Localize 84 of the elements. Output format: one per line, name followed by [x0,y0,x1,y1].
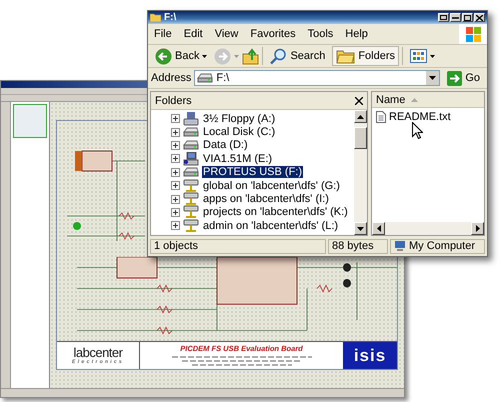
expand-icon[interactable] [171,128,180,137]
sort-arrow-icon [411,98,418,102]
menu-item[interactable]: Tools [302,28,340,40]
expand-icon[interactable] [171,181,180,190]
caret-icon[interactable] [202,54,208,58]
menu-item[interactable]: View [208,28,244,40]
folder-tree-item[interactable]: projects on 'labcenter\dfs' (K:) [202,206,349,218]
go-button[interactable]: Go [443,70,484,86]
network-drive-icon [183,178,199,193]
address-field[interactable]: F:\ [194,70,440,86]
search-button[interactable]: Search [266,46,330,66]
expand-icon[interactable] [171,208,180,217]
mouse-pointer-icon [412,122,423,139]
expand-icon[interactable] [171,154,180,164]
maximize-icon [464,14,471,20]
search-icon [270,48,288,64]
folder-icon [336,48,356,64]
scroll-right-button[interactable] [471,222,484,235]
pane-title: Folders [155,94,192,106]
close-pane-button[interactable] [355,96,363,104]
status-location: My Computer [409,240,476,252]
window-icon [440,15,447,20]
folder-tree-item[interactable]: Data (D:) [202,139,249,152]
drive-icon [197,71,214,85]
minimize-icon [452,16,459,18]
windows-flag-icon [466,26,480,42]
network-drive-icon [183,192,199,206]
folder-tree-item[interactable]: global on 'labcenter\dfs' (G:) [202,180,341,192]
scroll-left-button[interactable] [372,222,385,235]
menu-item[interactable]: Edit [178,28,209,40]
expand-icon[interactable] [171,168,180,177]
restore-button[interactable] [438,13,449,22]
folder-tree-item[interactable]: 3½ Floppy (A:) [202,112,276,125]
close-button[interactable] [474,13,485,22]
expand-icon[interactable] [171,221,180,230]
folder-tree-item[interactable]: VIA1.51M (E:) [202,152,274,165]
folder-tree-item[interactable]: apps on 'labcenter\dfs' (I:) [202,193,330,206]
status-size: 88 bytes [328,238,388,254]
overview-thumbnail [13,104,47,138]
status-object-count: 1 objects [150,238,326,254]
back-button[interactable]: Back [151,46,212,66]
drive-icon [183,125,199,140]
close-icon [476,14,483,20]
drive-icon [183,138,199,152]
folders-button[interactable]: Folders [332,46,400,66]
expand-icon[interactable] [171,114,180,124]
down-arrow-icon [357,226,364,230]
up-folder-icon[interactable] [242,48,260,64]
folder-icon [150,13,161,22]
folder-tree-item[interactable]: admin on 'labcenter\dfs' (L:) [202,220,340,232]
company-logo-text: labcenter [74,346,122,359]
menu-item[interactable]: Favorites [244,28,302,40]
floppy-drive-icon [183,112,199,126]
folder-tree-item[interactable]: Local Disk (C:) [202,126,276,138]
expand-icon[interactable] [171,194,180,204]
drive-icon [183,165,199,180]
scroll-down-button[interactable] [354,222,367,235]
text-file-icon [376,111,386,123]
scrollbar-thumb[interactable] [354,126,367,148]
close-icon [355,96,363,104]
dropdown-button[interactable] [426,71,440,85]
folder-tree-item[interactable]: PROTEUS USB (F:) [202,166,304,178]
scroll-up-button[interactable] [354,110,367,123]
network-drive-icon [183,205,199,220]
column-header[interactable]: Name [376,94,406,106]
up-arrow-icon [357,114,364,118]
maximize-button[interactable] [462,13,473,22]
network-drive-icon [183,218,199,233]
expand-icon[interactable] [171,140,180,150]
go-arrow-icon [447,70,462,86]
caret-icon [429,76,436,80]
computer-icon [394,240,406,252]
file-name[interactable]: README.txt [389,111,451,123]
isis-logo: isis [343,342,397,369]
computer-drive-icon [183,152,199,166]
address-label: Address [151,72,192,84]
right-arrow-icon [476,225,480,232]
window-title: F:\ [164,12,176,23]
caret-icon[interactable] [430,54,436,58]
left-arrow-icon [376,225,380,232]
menu-item[interactable]: File [148,28,178,40]
minimize-button[interactable] [450,13,461,22]
menu-item[interactable]: Help [339,28,374,40]
views-grid-icon [410,49,428,63]
